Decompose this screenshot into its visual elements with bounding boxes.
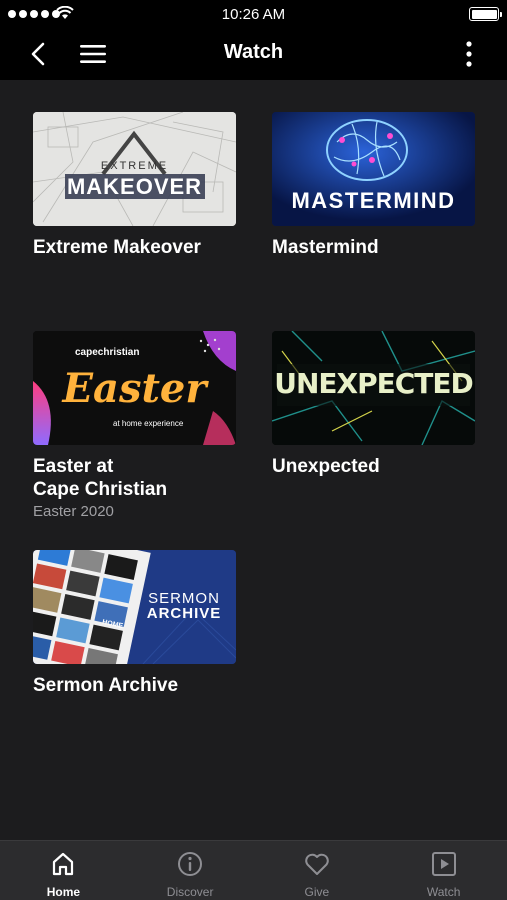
nav-bar: Watch xyxy=(0,28,507,80)
more-options-icon[interactable] xyxy=(461,40,477,68)
status-time: 10:26 AM xyxy=(221,6,286,23)
series-card-extreme-makeover[interactable]: EXTREME MAKEOVER Extreme Makeover xyxy=(33,112,236,259)
tab-give[interactable]: Give xyxy=(254,841,381,900)
tab-label: Home xyxy=(46,885,81,899)
page-title: Watch xyxy=(223,41,284,63)
tab-home[interactable]: Home xyxy=(0,841,127,900)
tab-discover[interactable]: Discover xyxy=(127,841,254,900)
series-title: Easter at Cape Christian xyxy=(33,456,168,500)
tab-bar: Home Discover Give Watch xyxy=(0,840,507,900)
info-icon xyxy=(178,852,203,876)
home-icon xyxy=(53,852,74,876)
series-card-unexpected[interactable]: UNEXPECTED Unexpected xyxy=(272,331,475,478)
thumbnail-art-text: MASTERMIND xyxy=(291,188,456,213)
thumbnail-art-text: UNEXPECTED xyxy=(274,367,474,400)
tab-label: Watch xyxy=(426,885,461,899)
series-card-sermon-archive[interactable]: HOME SERMON ARCHIVE Sermon Archive xyxy=(33,550,236,697)
series-title: Mastermind xyxy=(272,237,379,258)
series-thumbnail[interactable]: HOME SERMON ARCHIVE xyxy=(33,550,236,664)
play-icon xyxy=(431,852,456,876)
status-bar: 10:26 AM xyxy=(0,0,507,28)
thumbnail-art-text: ARCHIVE xyxy=(146,605,222,622)
series-thumbnail[interactable]: MASTERMIND xyxy=(272,112,475,226)
thumbnail-art-text: Easter xyxy=(62,365,207,412)
series-subtitle: Easter 2020 xyxy=(33,503,114,520)
series-grid: EXTREME MAKEOVER Extreme Makeover MASTER… xyxy=(0,80,507,840)
series-title: Unexpected xyxy=(272,456,380,477)
heart-icon xyxy=(305,853,329,875)
series-title: Extreme Makeover xyxy=(33,237,201,258)
series-card-easter[interactable]: capechristian Easter at home experience … xyxy=(33,331,236,520)
tab-watch[interactable]: Watch xyxy=(380,841,507,900)
series-thumbnail[interactable]: capechristian Easter at home experience xyxy=(33,331,236,445)
tab-label: Give xyxy=(304,885,330,899)
battery-icon xyxy=(469,7,502,21)
tab-label: Discover xyxy=(166,885,214,899)
series-title: Sermon Archive xyxy=(33,675,179,696)
thumbnail-art-text: EXTREME xyxy=(100,160,169,172)
series-thumbnail[interactable]: UNEXPECTED xyxy=(272,331,475,445)
thumbnail-art-text: MAKEOVER xyxy=(66,174,203,199)
thumbnail-art-text: at home experience xyxy=(113,419,184,428)
series-card-mastermind[interactable]: MASTERMIND Mastermind xyxy=(272,112,475,259)
thumbnail-art-text: capechristian xyxy=(75,347,140,358)
series-thumbnail[interactable]: EXTREME MAKEOVER xyxy=(33,112,236,226)
